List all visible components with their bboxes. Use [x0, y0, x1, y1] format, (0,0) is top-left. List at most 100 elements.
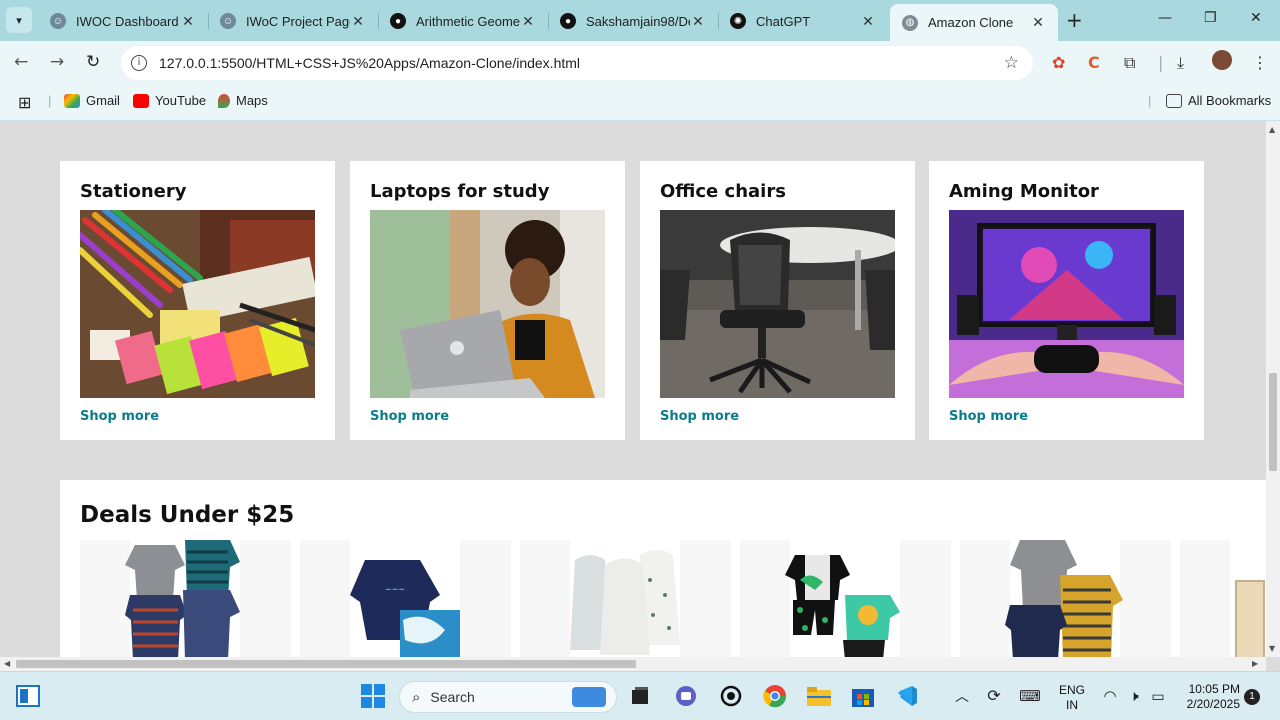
- widgets-icon[interactable]: [16, 684, 40, 708]
- clock-time: 10:05 PM: [1188, 682, 1240, 696]
- apps-grid-icon[interactable]: ⊞: [18, 93, 31, 113]
- download-icon[interactable]: ⤓: [1177, 53, 1184, 73]
- tab-title: IWoC Project Page: [246, 13, 350, 29]
- bookmark-star-icon[interactable]: ☆: [1004, 53, 1019, 73]
- github-icon: ●: [390, 13, 406, 29]
- microsoft-store-icon[interactable]: [851, 684, 875, 708]
- clock[interactable]: 10:05 PM 2/20/2025: [1176, 682, 1240, 712]
- keyboard-icon[interactable]: ⌨: [1018, 684, 1042, 708]
- bookmark-label: Maps: [236, 93, 268, 108]
- scroll-left-arrow-icon[interactable]: ◀: [4, 659, 10, 668]
- taskbar-search[interactable]: ⌕ Search: [399, 681, 617, 713]
- laptop-study-image: [370, 210, 605, 398]
- deal-item[interactable]: [520, 540, 731, 657]
- extension-c-icon[interactable]: C: [1088, 53, 1100, 72]
- deals-section: Deals Under $25 ~~~: [60, 480, 1266, 657]
- wifi-icon[interactable]: ◠: [1098, 684, 1122, 708]
- close-tab-icon[interactable]: ✕: [350, 13, 366, 30]
- deal-item[interactable]: ~~~: [300, 540, 511, 657]
- tab-github-repo[interactable]: ● Sakshamjain98/De ✕: [548, 6, 718, 36]
- tab-chatgpt[interactable]: ✺ ChatGPT ✕: [718, 6, 888, 36]
- extension-color-icon[interactable]: ✿: [1052, 53, 1065, 72]
- tab-title: Sakshamjain98/De: [586, 13, 690, 29]
- language-code: ENG: [1058, 683, 1085, 697]
- close-tab-icon[interactable]: ✕: [690, 13, 706, 30]
- back-arrow-icon[interactable]: ←: [14, 52, 28, 72]
- shop-more-link[interactable]: Shop more: [370, 409, 605, 424]
- teams-meet-icon[interactable]: [674, 684, 698, 708]
- toolbar-divider: |: [1158, 53, 1164, 72]
- file-explorer-icon[interactable]: [807, 684, 831, 708]
- shop-more-link[interactable]: Shop more: [80, 409, 315, 424]
- chrome-icon[interactable]: [763, 684, 787, 708]
- reload-icon[interactable]: ↻: [86, 52, 100, 72]
- gmail-icon: [64, 93, 80, 108]
- bookmark-youtube[interactable]: YouTube: [133, 93, 206, 108]
- vscode-icon[interactable]: [895, 684, 919, 708]
- window-close-icon[interactable]: ✕: [1250, 10, 1262, 26]
- bookmarks-divider: |: [48, 93, 52, 108]
- shop-more-link[interactable]: Shop more: [949, 409, 1184, 424]
- language-indicator[interactable]: ENG IN: [1055, 683, 1089, 713]
- tab-search-button[interactable]: ▾: [6, 7, 32, 33]
- search-label: Search: [430, 689, 475, 705]
- menu-kebab-icon[interactable]: ⋮: [1252, 53, 1268, 72]
- tab-title: Amazon Clone: [928, 15, 1014, 30]
- bookmark-gmail[interactable]: Gmail: [64, 93, 120, 108]
- scroll-down-arrow-icon[interactable]: ▼: [1269, 644, 1275, 653]
- card-title: Aming Monitor: [949, 181, 1099, 202]
- minimize-icon[interactable]: —: [1158, 10, 1172, 26]
- vertical-scroll-thumb[interactable]: [1269, 373, 1277, 471]
- tab-iwoc-dashboard[interactable]: ☺ IWOC Dashboard ✕: [38, 6, 208, 36]
- deal-item[interactable]: [960, 540, 1171, 657]
- svg-text:~~~: ~~~: [385, 585, 405, 594]
- close-tab-icon[interactable]: ✕: [860, 13, 876, 30]
- new-tab-plus-icon[interactable]: +: [1066, 8, 1083, 32]
- globe-icon: ◍: [902, 14, 918, 31]
- close-tab-icon[interactable]: ✕: [520, 13, 536, 30]
- bookmark-maps[interactable]: Maps: [218, 93, 268, 108]
- sync-icon[interactable]: ⟳: [982, 684, 1006, 708]
- search-highlight-icon: [572, 687, 606, 707]
- restore-icon[interactable]: ❐: [1204, 10, 1217, 26]
- swim-set-image: ~~~: [350, 560, 460, 657]
- battery-icon[interactable]: ▭: [1146, 684, 1170, 708]
- iwoc-favicon-icon: ☺: [220, 13, 236, 29]
- close-tab-icon[interactable]: ✕: [1030, 14, 1046, 31]
- folder-icon: [1166, 93, 1182, 108]
- profile-avatar[interactable]: [1212, 50, 1232, 70]
- all-bookmarks[interactable]: All Bookmarks: [1166, 93, 1271, 108]
- card-title: Laptops for study: [370, 181, 550, 202]
- horizontal-scrollbar[interactable]: ◀ ▶: [0, 657, 1266, 671]
- scroll-up-arrow-icon[interactable]: ▲: [1269, 125, 1275, 134]
- gaming-monitor-image: [949, 210, 1184, 398]
- close-tab-icon[interactable]: ✕: [180, 13, 196, 30]
- deal-item[interactable]: [80, 540, 291, 657]
- url-text[interactable]: 127.0.0.1:5500/HTML+CSS+JS%20Apps/Amazon…: [159, 55, 580, 71]
- forward-arrow-icon[interactable]: →: [50, 52, 64, 72]
- tab-arithmetic-geometry[interactable]: ● Arithmetic Geometry ✕: [378, 6, 548, 36]
- address-bar[interactable]: i 127.0.0.1:5500/HTML+CSS+JS%20Apps/Amaz…: [121, 46, 1033, 80]
- clock-date: 2/20/2025: [1186, 697, 1240, 711]
- show-hidden-icons-chevron-icon[interactable]: ︿: [950, 684, 974, 708]
- category-card-monitor: Aming Monitor Shop more: [929, 161, 1204, 440]
- deal-item[interactable]: [1180, 540, 1266, 657]
- region-code: IN: [1066, 698, 1078, 712]
- pajama-set-image: [785, 555, 900, 657]
- shop-more-link[interactable]: Shop more: [660, 409, 895, 424]
- deal-item[interactable]: [740, 540, 951, 657]
- scroll-right-arrow-icon[interactable]: ▶: [1252, 659, 1258, 668]
- task-view-icon[interactable]: [628, 684, 652, 708]
- tab-iwoc-project[interactable]: ☺ IWoC Project Page ✕: [208, 6, 378, 36]
- horizontal-scroll-thumb[interactable]: [16, 660, 636, 668]
- whatsapp-icon[interactable]: [719, 684, 743, 708]
- start-windows-icon[interactable]: [361, 684, 385, 708]
- volume-muted-icon[interactable]: 🕨: [1122, 684, 1146, 708]
- extensions-puzzle-icon[interactable]: ⧉: [1124, 53, 1135, 73]
- vertical-scrollbar[interactable]: ▲ ▼: [1266, 121, 1280, 657]
- bookmark-label: Gmail: [86, 93, 120, 108]
- notification-badge[interactable]: 1: [1244, 689, 1260, 705]
- github-icon: ●: [560, 13, 576, 29]
- tab-amazon-clone[interactable]: ◍ Amazon Clone ✕: [890, 4, 1058, 41]
- site-info-icon[interactable]: i: [131, 55, 147, 71]
